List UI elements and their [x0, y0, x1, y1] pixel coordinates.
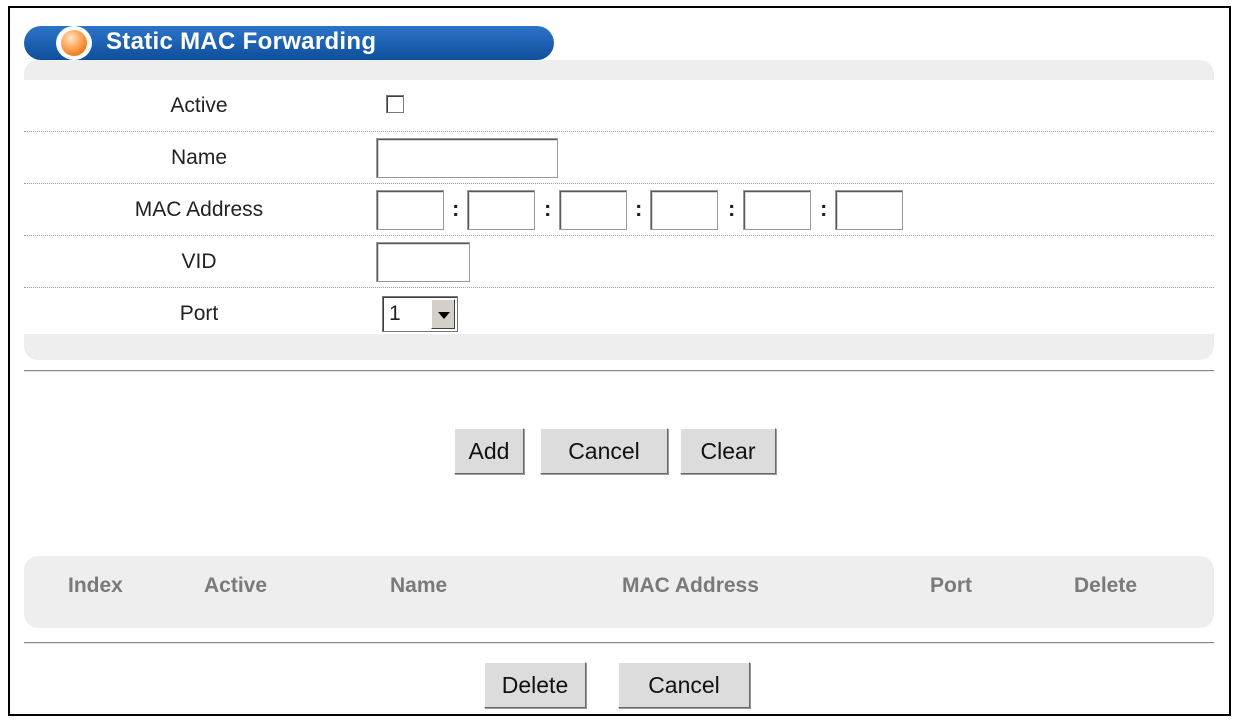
- row-port: Port 1: [24, 288, 1214, 340]
- mac-address-label: MAC Address: [134, 198, 264, 221]
- name-label: Name: [170, 146, 228, 169]
- page-title: Static MAC Forwarding: [106, 28, 377, 55]
- mac-separator: :: [635, 196, 643, 221]
- port-label: Port: [179, 302, 219, 325]
- delete-button[interactable]: Delete: [484, 662, 586, 708]
- mac-octet-5-input[interactable]: [743, 190, 811, 230]
- mac-separator: :: [544, 196, 552, 221]
- name-input[interactable]: [376, 138, 558, 178]
- row-name: Name: [24, 132, 1214, 184]
- column-header-active: Active: [204, 574, 268, 597]
- add-button[interactable]: Add: [454, 428, 524, 474]
- column-header-mac-address: MAC Address: [622, 574, 759, 597]
- mac-octet-2-input[interactable]: [467, 190, 535, 230]
- clear-button[interactable]: Clear: [680, 428, 776, 474]
- mac-octet-4-input[interactable]: [650, 190, 718, 230]
- mac-separator: :: [820, 196, 828, 221]
- port-select[interactable]: 1: [382, 296, 458, 332]
- title-banner: Static MAC Forwarding: [24, 26, 554, 60]
- static-mac-table: Index Active Name MAC Address Port Delet…: [24, 556, 1214, 628]
- chevron-down-icon[interactable]: [431, 299, 455, 329]
- mac-separator: :: [728, 196, 736, 221]
- divider: [24, 370, 1214, 372]
- page-frame: Static MAC Forwarding Active Name MAC Ad…: [8, 6, 1231, 716]
- column-header-delete: Delete: [1074, 574, 1138, 597]
- orange-orb-icon: [56, 26, 92, 60]
- static-mac-form: Active Name MAC Address : : : : : VID Po…: [24, 60, 1214, 360]
- column-header-index: Index: [68, 574, 123, 597]
- mac-octet-3-input[interactable]: [559, 190, 627, 230]
- column-header-port: Port: [930, 574, 972, 597]
- mac-octet-1-input[interactable]: [376, 190, 444, 230]
- row-active: Active: [24, 80, 1214, 132]
- cancel-button[interactable]: Cancel: [540, 428, 668, 474]
- row-vid: VID: [24, 236, 1214, 288]
- list-cancel-button[interactable]: Cancel: [618, 662, 750, 708]
- mac-separator: :: [452, 196, 460, 221]
- port-selected-value: 1: [389, 302, 401, 325]
- vid-input[interactable]: [376, 242, 470, 282]
- divider: [24, 642, 1214, 644]
- mac-octet-6-input[interactable]: [835, 190, 903, 230]
- column-header-name: Name: [390, 574, 448, 597]
- active-checkbox[interactable]: [386, 95, 404, 113]
- row-mac: MAC Address : : : : :: [24, 184, 1214, 236]
- active-label: Active: [170, 94, 228, 117]
- vid-label: VID: [181, 250, 217, 273]
